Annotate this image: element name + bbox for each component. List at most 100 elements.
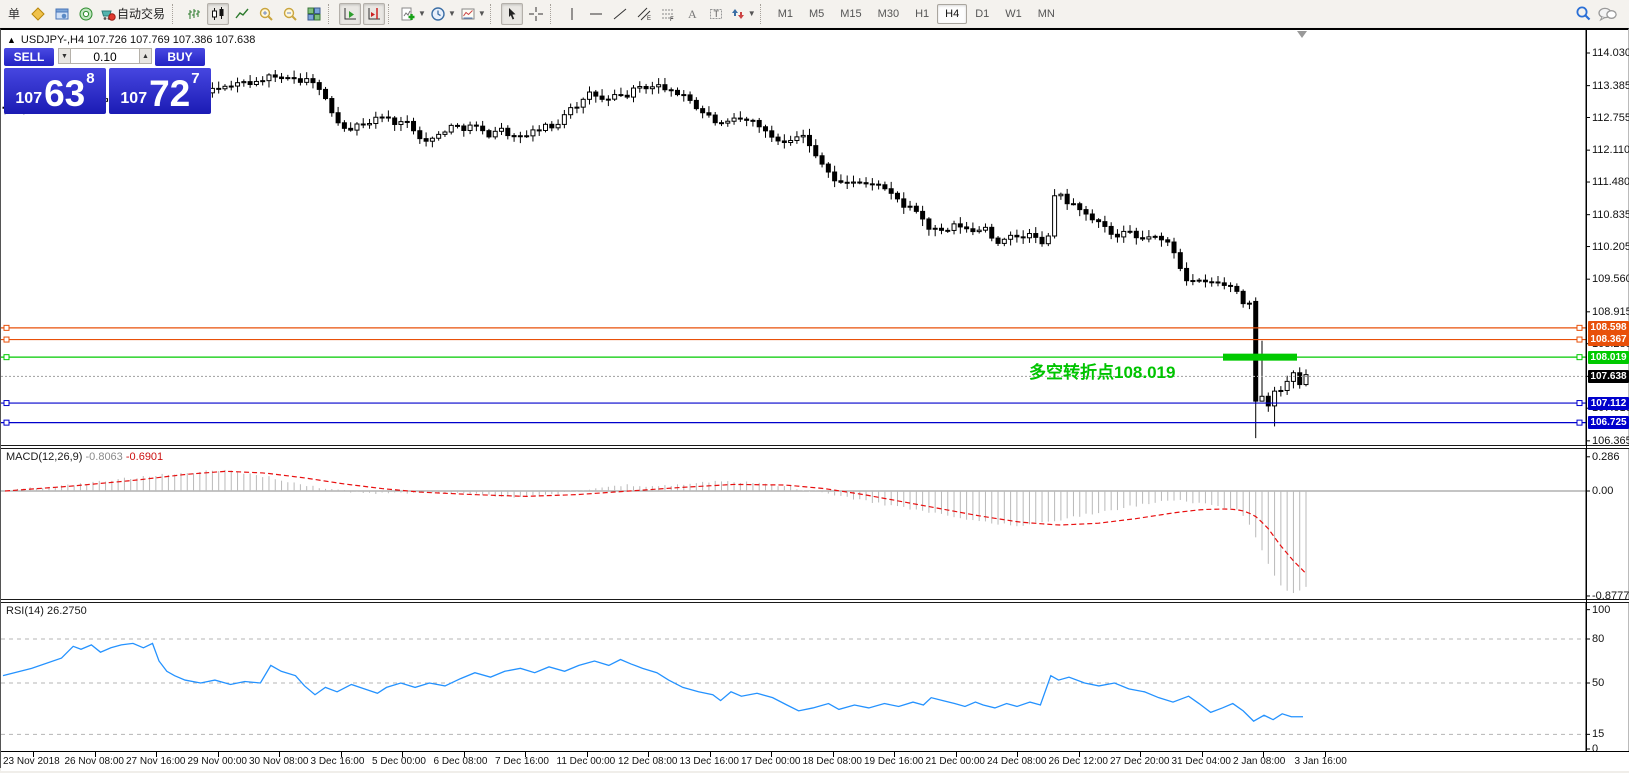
zoom-out-icon [282, 6, 298, 22]
rsi-axis-label: 100 [1592, 603, 1611, 616]
cursor-icon [504, 6, 520, 22]
templates-button[interactable]: ▼ [459, 3, 487, 25]
tab-timeframe-h1[interactable]: H1 [907, 4, 937, 24]
text-button[interactable]: A [681, 3, 703, 25]
buy-price-pips: 72 [149, 73, 191, 114]
time-axis-label: 5 Dec 00:00 [372, 756, 426, 767]
auto-scroll-button[interactable] [339, 2, 362, 25]
zoom-in-button[interactable] [255, 3, 277, 25]
toolbar-right [1571, 3, 1619, 25]
indicators-dropdown-arrow[interactable]: ▼ [418, 9, 426, 18]
price-tag: 107.638 [1588, 369, 1629, 383]
tab-timeframe-m1[interactable]: M1 [770, 4, 801, 24]
cursor-button[interactable] [500, 2, 523, 25]
candlestick-chart[interactable] [1, 30, 1629, 445]
time-axis-label: 6 Dec 08:00 [433, 756, 488, 767]
one-click-trading-panel: SELL ▼ 0.10 ▲ BUY 107 63 8 107 72 7 [4, 48, 214, 114]
time-axis-label: 31 Dec 04:00 [1171, 756, 1232, 767]
tab-timeframe-m5[interactable]: M5 [801, 4, 832, 24]
arrows-button[interactable]: ▼ [729, 3, 757, 25]
sell-price-figure: 107 [15, 90, 43, 107]
macd-name: MACD(12,26,9) [6, 451, 83, 463]
price-pane[interactable]: ▲ USDJPY-,H4 107.726 107.769 107.386 107… [1, 30, 1629, 445]
macd-axis-label: -0.8777 [1592, 589, 1629, 599]
toolbar-separator [489, 3, 498, 24]
toolbar-separator [328, 3, 336, 24]
price-axis-label: 109.560 [1592, 273, 1629, 286]
trendline-button[interactable] [609, 3, 631, 25]
volume-input[interactable]: 0.10 [71, 48, 139, 64]
new-order-button[interactable]: 单 [3, 3, 25, 25]
macd-pane[interactable]: MACD(12,26,9) -0.8063 -0.6901 0.286 0.00 -… [1, 449, 1629, 599]
time-axis-label: 24 Dec 08:00 [987, 756, 1047, 767]
profiles-icon [30, 6, 46, 22]
chart-title: ▲ USDJPY-,H4 107.726 107.769 107.386 107… [7, 34, 255, 46]
buy-price-point: 7 [191, 70, 200, 87]
volume-increase-button[interactable]: ▲ [139, 48, 152, 64]
horizontal-line-button[interactable] [585, 3, 607, 25]
sell-price-pips: 63 [44, 73, 86, 114]
chat-button[interactable] [1596, 3, 1618, 25]
time-axis-label: 7 Dec 16:00 [495, 756, 549, 767]
time-axis-label: 11 Dec 00:00 [556, 756, 616, 767]
rsi-label: RSI(14) 26.2750 [6, 605, 87, 617]
search-button[interactable] [1572, 3, 1594, 25]
profiles-button[interactable] [27, 3, 49, 25]
macd-chart [1, 449, 1590, 599]
buy-button[interactable]: BUY [155, 48, 205, 66]
time-axis-label: 3 Dec 16:00 [310, 756, 365, 767]
autotrading-button[interactable]: 自动交易 [99, 3, 169, 25]
navigator-button[interactable] [75, 3, 97, 25]
text-label-button[interactable]: T [705, 3, 727, 25]
chart-shift-button[interactable] [363, 2, 386, 25]
toolbar-separator [388, 3, 396, 24]
fibonacci-button[interactable]: F [657, 3, 679, 25]
rsi-chart [1, 603, 1590, 751]
vertical-line-button[interactable] [561, 3, 583, 25]
arrows-dropdown-arrow[interactable]: ▼ [748, 9, 756, 18]
candlestick-chart-button[interactable] [207, 2, 230, 25]
periods-dropdown-arrow[interactable]: ▼ [448, 9, 456, 18]
tab-timeframe-w1[interactable]: W1 [997, 4, 1030, 24]
sell-button[interactable]: SELL [4, 48, 54, 66]
rsi-value: 26.2750 [46, 605, 87, 617]
toolbar-separator [172, 3, 180, 24]
templates-dropdown-arrow[interactable]: ▼ [478, 9, 486, 18]
price-axis-label: 110.205 [1592, 240, 1629, 253]
time-axis[interactable]: 23 Nov 2018 26 Nov 08:00 27 Nov 16:00 29 No… [1, 751, 1629, 771]
line-chart-button[interactable] [231, 3, 253, 25]
tile-windows-button[interactable] [303, 3, 325, 25]
rsi-axis-label: 50 [1592, 677, 1605, 689]
crosshair-button[interactable] [525, 3, 547, 25]
one-click-collapse-icon[interactable]: ▲ [7, 35, 16, 45]
time-axis-label: 30 Nov 08:00 [249, 756, 309, 767]
rsi-axis-label: 0 [1592, 743, 1599, 751]
rsi-pane[interactable]: RSI(14) 26.2750 100 80 50 15 0 [1, 603, 1629, 751]
time-axis-label: 13 Dec 16:00 [679, 756, 740, 767]
tab-timeframe-d1[interactable]: D1 [967, 4, 997, 24]
market-watch-button[interactable] [51, 3, 73, 25]
volume-decrease-button[interactable]: ▼ [58, 48, 71, 64]
pivot-annotation[interactable]: 多空转折点108.019 [1029, 358, 1175, 383]
price-axis-label: 112.110 [1592, 144, 1629, 157]
sell-price-button[interactable]: 107 63 8 [4, 68, 106, 114]
trade-panel-top-row: SELL ▼ 0.10 ▲ BUY [4, 48, 214, 66]
macd-value: -0.8063 [85, 451, 123, 463]
tab-timeframe-m15[interactable]: M15 [832, 4, 869, 24]
bar-chart-button[interactable] [183, 3, 205, 25]
indicators-button[interactable]: ▼ [399, 3, 427, 25]
time-axis-label: 29 Nov 00:00 [187, 756, 248, 767]
tab-timeframe-mn[interactable]: MN [1030, 4, 1063, 24]
tile-windows-icon [306, 6, 322, 22]
zoom-out-button[interactable] [279, 3, 301, 25]
price-tag: 107.112 [1588, 396, 1629, 410]
svg-text:A: A [688, 7, 697, 21]
chart-shift-marker[interactable] [1297, 31, 1307, 38]
price-tag: 108.019 [1588, 350, 1629, 364]
buy-price-button[interactable]: 107 72 7 [109, 68, 211, 114]
periods-button[interactable]: ▼ [429, 3, 457, 25]
tab-timeframe-h4[interactable]: H4 [937, 3, 968, 24]
equidistant-channel-button[interactable]: E [633, 3, 655, 25]
tab-timeframe-m30[interactable]: M30 [870, 4, 907, 24]
price-axis-label: 114.030 [1592, 47, 1629, 59]
